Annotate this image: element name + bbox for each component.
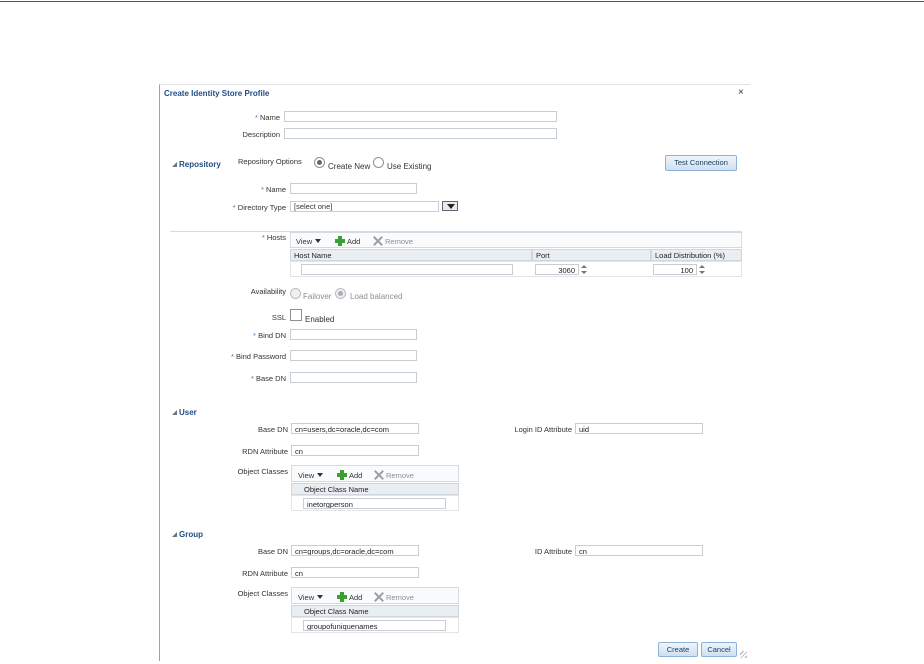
caret-down-icon	[315, 239, 322, 243]
bind-password-field[interactable]	[290, 350, 417, 361]
remove-icon	[374, 592, 384, 602]
group-section-header[interactable]: Group	[172, 530, 203, 539]
user-object-class-field[interactable]: inetorgperson	[303, 498, 446, 509]
bind-dn-label: * Bind DN	[253, 331, 286, 340]
repo-name-label: * Name	[260, 185, 286, 194]
host-name-column-header: Host Name	[290, 249, 532, 261]
hosts-add-button[interactable]: Add	[335, 236, 360, 246]
add-icon	[337, 470, 347, 480]
name-field[interactable]	[284, 111, 557, 122]
user-rdn-label: RDN Attribute	[242, 447, 288, 456]
load-spinner-icon[interactable]	[699, 265, 705, 274]
user-view-menu[interactable]: View	[298, 471, 324, 480]
caret-down-icon	[317, 473, 324, 477]
port-field[interactable]: 3060	[535, 264, 579, 275]
resize-grip-icon[interactable]	[740, 651, 747, 658]
user-rdn-field[interactable]: cn	[291, 445, 419, 456]
failover-radio[interactable]	[290, 288, 301, 299]
user-remove-button[interactable]: Remove	[374, 470, 414, 480]
user-add-button[interactable]: Add	[337, 470, 362, 480]
host-name-field[interactable]	[301, 264, 513, 275]
remove-icon	[373, 236, 383, 246]
ssl-enabled-checkbox[interactable]	[290, 309, 302, 321]
availability-label: Availability	[250, 287, 286, 296]
group-base-dn-label: Base DN	[257, 547, 288, 556]
user-object-classes-label: Object Classes	[237, 467, 288, 476]
group-id-attribute-field[interactable]: cn	[575, 545, 703, 556]
load-balanced-radio[interactable]	[335, 288, 346, 299]
bind-password-label: * Bind Password	[230, 352, 286, 361]
dialog-title: Create Identity Store Profile	[164, 89, 270, 98]
create-new-label: Create New	[328, 162, 371, 171]
group-add-button[interactable]: Add	[337, 592, 362, 602]
hosts-toolbar: View Add Remove	[290, 232, 742, 248]
group-object-class-field[interactable]: groupofuniquenames	[303, 620, 446, 631]
cancel-button[interactable]: Cancel	[701, 642, 737, 657]
create-button[interactable]: Create	[658, 642, 698, 657]
port-spinner-icon[interactable]	[581, 265, 587, 274]
bind-dn-field[interactable]	[290, 329, 417, 340]
repo-name-field[interactable]	[290, 183, 417, 194]
description-label: Description	[242, 130, 280, 139]
directory-type-select[interactable]: [select one]	[290, 201, 439, 212]
load-balanced-label: Load balanced	[350, 292, 403, 301]
add-icon	[337, 592, 347, 602]
group-view-menu[interactable]: View	[298, 593, 324, 602]
base-dn-field[interactable]	[290, 372, 417, 383]
use-existing-label: Use Existing	[387, 162, 432, 171]
hosts-remove-button[interactable]: Remove	[373, 236, 413, 246]
ssl-enabled-label: Enabled	[305, 315, 335, 324]
close-icon[interactable]: ×	[738, 87, 744, 98]
group-base-dn-field[interactable]: cn=groups,dc=oracle,dc=com	[291, 545, 419, 556]
create-new-radio[interactable]	[314, 157, 325, 168]
repository-options-label: Repository Options	[238, 157, 302, 166]
user-object-classes-toolbar: View Add Remove	[291, 465, 459, 482]
collapse-triangle-icon	[172, 532, 177, 537]
remove-icon	[374, 470, 384, 480]
ssl-label: SSL	[271, 313, 286, 322]
load-distribution-column-header: Load Distribution (%)	[651, 249, 742, 261]
group-rdn-label: RDN Attribute	[242, 569, 288, 578]
add-icon	[335, 236, 345, 246]
user-object-class-column-header: Object Class Name	[291, 483, 459, 495]
group-object-classes-label: Object Classes	[237, 589, 288, 598]
login-id-label: Login ID Attribute	[514, 425, 572, 434]
directory-type-label: * Directory Type	[232, 203, 286, 212]
collapse-triangle-icon	[172, 410, 177, 415]
description-field[interactable]	[284, 128, 557, 139]
group-object-classes-toolbar: View Add Remove	[291, 587, 459, 604]
create-identity-store-dialog: Create Identity Store Profile × * Name D…	[159, 84, 750, 661]
group-remove-button[interactable]: Remove	[374, 592, 414, 602]
hosts-view-menu[interactable]: View	[296, 237, 322, 246]
user-base-dn-label: Base DN	[257, 425, 288, 434]
base-dn-label: * Base DN	[250, 374, 286, 383]
group-id-attribute-label: ID Attribute	[534, 547, 572, 556]
repository-section-header[interactable]: Repository	[172, 160, 221, 169]
test-connection-button[interactable]: Test Connection	[665, 155, 737, 171]
caret-down-icon	[317, 595, 324, 599]
user-section-header[interactable]: User	[172, 408, 197, 417]
top-divider	[0, 1, 924, 2]
group-object-class-column-header: Object Class Name	[291, 605, 459, 617]
hosts-label: * Hosts	[261, 233, 286, 242]
user-base-dn-field[interactable]: cn=users,dc=oracle,dc=com	[291, 423, 419, 434]
port-column-header: Port	[532, 249, 651, 261]
group-rdn-field[interactable]: cn	[291, 567, 419, 578]
chevron-down-icon[interactable]	[442, 201, 458, 211]
use-existing-radio[interactable]	[373, 157, 384, 168]
load-distribution-field[interactable]: 100	[653, 264, 697, 275]
failover-label: Failover	[303, 292, 332, 301]
login-id-field[interactable]: uid	[575, 423, 703, 434]
collapse-triangle-icon	[172, 162, 177, 167]
name-label: * Name	[254, 113, 280, 122]
